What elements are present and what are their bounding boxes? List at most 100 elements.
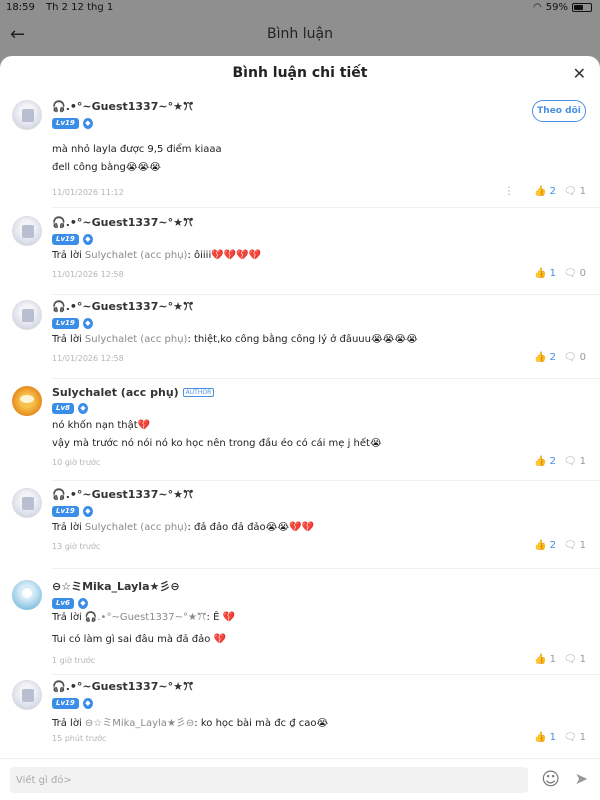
shield-icon: ◆ [82,117,93,129]
level-badge: Lv19 [52,233,79,245]
status-time: 18:59 [6,2,35,13]
shield-icon: ◆ [77,597,88,609]
like-button[interactable]: 👍 1 [534,268,556,279]
avatar[interactable] [12,300,42,330]
comment-text: Trả lời Sulychalet (acc phụ): thiệt,ko c… [52,334,418,345]
comment-item: 🎧.•°~Guest1337~°★ꔫ Lv19 ◆ Trả lời ⊖☆ミMik… [0,676,600,758]
level-badge: Lv19 [52,505,79,517]
comment-text: Trả lời 🎧.•°~Guest1337~°★ꔫ: Ê 💔 [52,612,235,623]
avatar[interactable] [12,488,42,518]
comment-time: 11/01/2026 11:12 [52,188,124,197]
reply-prefix: Trả lời [52,522,85,533]
comment-item: 🎧.•°~Guest1337~°★ꔫ Lv19 ◆ Trả lời Sulych… [0,484,600,569]
avatar[interactable] [12,100,42,130]
level-badge: Lv19 [52,117,79,129]
sheet-header: Bình luận chi tiết ✕ [0,56,600,92]
like-button[interactable]: 👍 2 [534,352,556,363]
smiley-icon[interactable]: ☺ [541,769,560,790]
reply-button[interactable]: 🗨 0 [564,352,586,363]
sheet-title: Bình luận chi tiết [232,65,368,81]
comment-list: 🎧.•°~Guest1337~°★ꔫ Lv19 ◆ mà nhỏ layla đ… [0,92,600,758]
battery-text: 59% [545,2,568,13]
avatar[interactable] [12,216,42,246]
shield-icon: ◆ [82,505,93,517]
level-badge: Lv19 [52,697,79,709]
comment-username[interactable]: 🎧.•°~Guest1337~°★ꔫ [52,100,586,114]
user-badges: Lv19 ◆ [52,117,586,129]
reply-button[interactable]: 🗨 0 [564,268,586,279]
shield-icon: ◆ [82,317,93,329]
comment-sheet: Bình luận chi tiết ✕ 🎧.•°~Guest1337~°★ꔫ … [0,56,600,800]
like-button[interactable]: 👍 2 [534,186,556,197]
comment-input[interactable] [10,767,528,793]
like-count: 1 [549,654,556,665]
reply-mention[interactable]: Sulychalet (acc phụ) [85,522,188,533]
battery-icon [572,3,592,12]
comment-username[interactable]: ⊖☆ミMika_Layla★彡⊖ [52,578,586,594]
comment-text: đell công bằng😭😭😭 [52,162,161,173]
reply-mention[interactable]: Sulychalet (acc phụ) [85,334,188,345]
avatar[interactable] [12,680,42,710]
reply-button[interactable]: 🗨 1 [564,186,586,197]
reply-button[interactable]: 🗨 1 [564,732,586,743]
comment-username[interactable]: 🎧.•°~Guest1337~°★ꔫ [52,680,586,694]
divider [52,378,600,379]
level-badge: Lv6 [52,597,74,609]
shield-icon: ◆ [77,402,88,414]
reply-mention[interactable]: Sulychalet (acc phụ) [85,250,188,261]
comment-body: : thiệt,ko công bằng công lý ở đâuuu😭😭😭😭 [187,334,418,345]
comment-body: : ko học bài mà đc ₫ cao😭 [194,718,329,729]
send-icon[interactable]: ➤ [575,769,588,788]
reply-mention[interactable]: 🎧.•°~Guest1337~°★ꔫ [85,612,207,623]
like-button[interactable]: 👍 2 [534,456,556,467]
comment-text: Trả lời Sulychalet (acc phụ): đả đảo đả … [52,522,314,533]
like-count: 2 [549,186,556,197]
app-header: ← Bình luận [0,16,600,56]
user-badges: Lv6 ◆ [52,597,586,609]
avatar[interactable] [12,580,42,610]
shield-icon: ◆ [82,233,93,245]
comment-item: 🎧.•°~Guest1337~°★ꔫ Lv19 ◆ mà nhỏ layla đ… [0,100,600,208]
comment-time: 11/01/2026 12:58 [52,354,124,363]
avatar[interactable] [12,386,42,416]
reply-count: 0 [579,268,586,279]
follow-button[interactable]: Theo dõi [532,100,586,122]
comment-time: 13 giờ trước [52,542,101,551]
more-icon[interactable]: ⋮ [504,186,514,197]
reply-button[interactable]: 🗨 1 [564,456,586,467]
comment-username[interactable]: 🎧.•°~Guest1337~°★ꔫ [52,488,586,502]
reply-mention[interactable]: ⊖☆ミMika_Layla★彡⊖ [85,718,194,729]
user-badges: Lv19 ◆ [52,505,586,517]
like-count: 1 [549,732,556,743]
comment-body: : ôiiii💔💔💔💔 [187,250,262,261]
comment-body: : đả đảo đả đảo😭😭💔💔 [187,522,314,533]
page-title: Bình luận [267,26,333,42]
divider [52,480,600,481]
reply-count: 1 [579,186,586,197]
user-badges: Lv19 ◆ [52,233,586,245]
comment-username[interactable]: 🎧.•°~Guest1337~°★ꔫ [52,216,586,230]
reply-button[interactable]: 🗨 1 [564,654,586,665]
level-badge: Lv8 [52,402,74,414]
reply-prefix: Trả lời [52,250,85,261]
like-count: 2 [549,352,556,363]
like-button[interactable]: 👍 1 [534,654,556,665]
reply-count: 1 [579,732,586,743]
comment-text: Trả lời ⊖☆ミMika_Layla★彡⊖: ko học bài mà … [52,714,328,729]
comment-time: 11/01/2026 12:58 [52,270,124,279]
close-icon[interactable]: ✕ [573,64,586,83]
like-count: 2 [549,456,556,467]
comment-username[interactable]: 🎧.•°~Guest1337~°★ꔫ [52,300,586,314]
comment-item: ⊖☆ミMika_Layla★彡⊖ Lv6 ◆ Trả lời 🎧.•°~Gues… [0,576,600,676]
like-button[interactable]: 👍 1 [534,732,556,743]
level-badge: Lv19 [52,317,79,329]
like-button[interactable]: 👍 2 [534,540,556,551]
reply-count: 1 [579,456,586,467]
reply-count: 1 [579,654,586,665]
comment-username[interactable]: Sulychalet (acc phụ) AUTHOR [52,386,586,399]
comment-text: mà nhỏ layla được 9,5 điểm kiaaa [52,144,222,155]
reply-prefix: Trả lời [52,334,85,345]
comment-time: 10 giờ trước [52,458,101,467]
comment-text: nó khốn nạn thật💔 [52,420,151,431]
reply-button[interactable]: 🗨 1 [564,540,586,551]
